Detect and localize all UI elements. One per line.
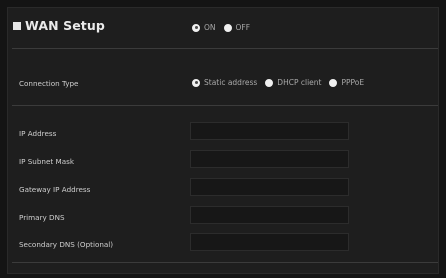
section-title: WAN Setup — [25, 18, 105, 33]
wan-on-off-toggle: ON OFF — [192, 23, 258, 32]
primary-dns-input[interactable] — [190, 206, 349, 224]
wan-off-radio[interactable] — [223, 23, 232, 32]
ip-subnet-mask-input[interactable] — [190, 150, 349, 168]
static-address-radio[interactable] — [192, 78, 200, 87]
primary-dns-label: Primary DNS — [19, 213, 65, 222]
divider — [12, 105, 438, 106]
dhcp-client-radio[interactable] — [265, 78, 274, 87]
dhcp-client-label: DHCP client — [277, 78, 322, 87]
ip-address-input[interactable] — [190, 122, 349, 140]
wan-on-label: ON — [204, 23, 216, 32]
gateway-ip-address-input[interactable] — [190, 178, 349, 196]
ip-subnet-mask-label: IP Subnet Mask — [19, 157, 75, 166]
ip-address-label: IP Address — [19, 129, 57, 138]
secondary-dns-input[interactable] — [190, 233, 349, 251]
secondary-dns-label: Secondary DNS (Optional) — [19, 240, 114, 249]
wan-off-label: OFF — [235, 23, 251, 32]
divider — [12, 48, 438, 49]
divider — [12, 262, 438, 263]
connection-type-options: Static address DHCP client PPPoE — [192, 78, 372, 87]
static-address-label: Static address — [204, 78, 258, 87]
section-square-icon — [13, 21, 21, 30]
pppoe-label: PPPoE — [341, 78, 365, 87]
connection-type-label: Connection Type — [19, 79, 79, 88]
wan-on-radio[interactable] — [192, 23, 200, 32]
gateway-ip-address-label: Gateway IP Address — [19, 185, 91, 194]
wan-setup-header: WAN Setup — [13, 18, 105, 33]
pppoe-radio[interactable] — [329, 78, 338, 87]
